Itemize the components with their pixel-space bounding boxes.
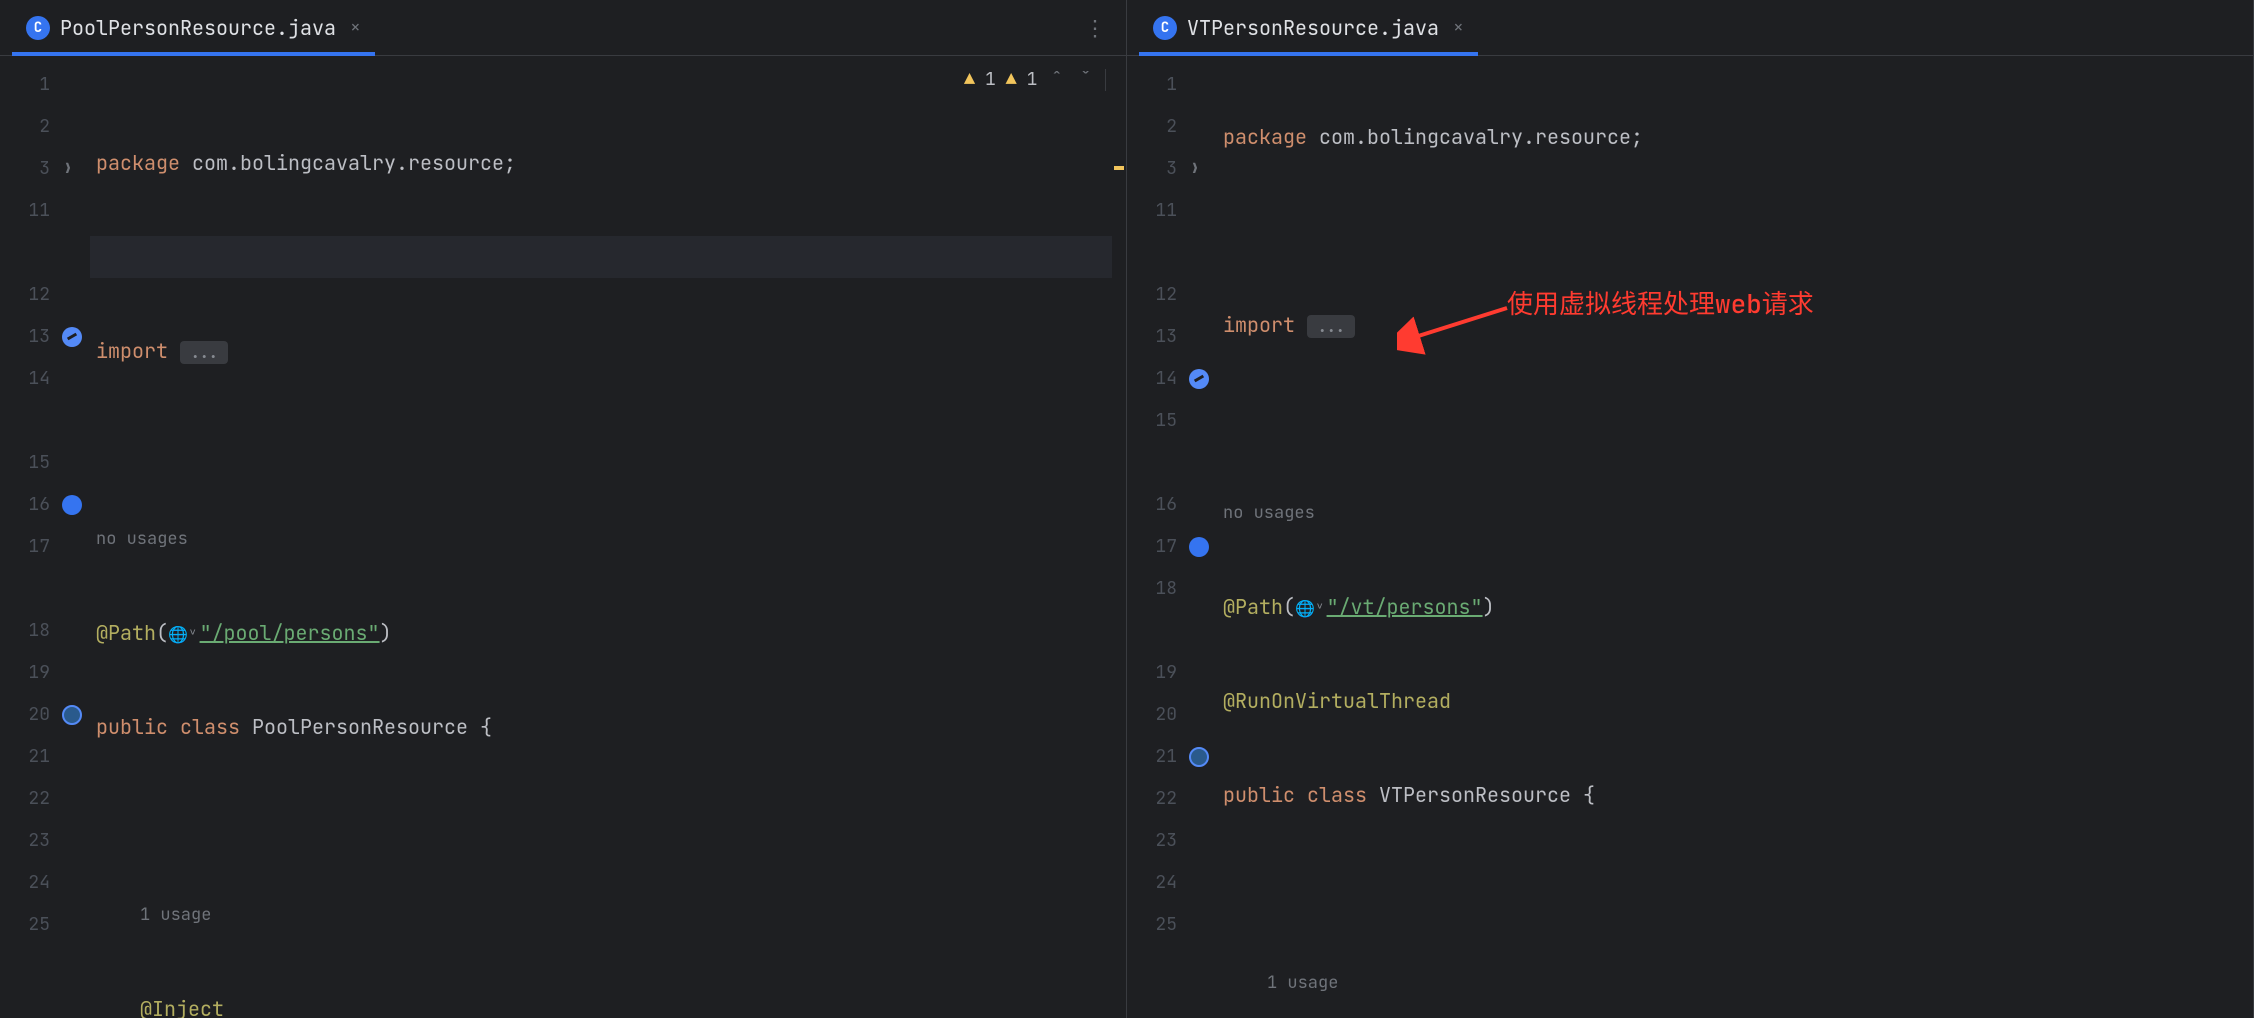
close-icon[interactable]: × [350, 16, 361, 39]
fold-icon[interactable]: ❯ [56, 157, 80, 181]
warning-icon: ▲ [964, 68, 975, 91]
usages-hint[interactable]: no usages [90, 518, 1126, 560]
editor-left[interactable]: 1 2 3❯ 11 12 13 14 15 16 17 18 19 20 21 … [0, 56, 1126, 1018]
java-class-icon: C [1153, 16, 1177, 40]
minimap[interactable] [1112, 56, 1126, 1018]
editor-right[interactable]: 1 2 3❯ 11 12 13 14 15 16 17 18 19 20 21 … [1127, 56, 2253, 1018]
usages-hint[interactable]: 1 usage [1217, 962, 2253, 1004]
endpoint-icon[interactable] [60, 703, 84, 727]
globe-icon[interactable]: 🌐ᵛ [168, 614, 198, 656]
bean-icon[interactable] [1187, 367, 1211, 391]
gutter-right: 1 2 3❯ 11 12 13 14 15 16 17 18 19 20 21 … [1127, 56, 1217, 1018]
close-icon[interactable]: × [1453, 16, 1464, 39]
folded-imports[interactable]: ... [180, 341, 228, 364]
inject-icon[interactable] [60, 493, 84, 517]
folded-imports[interactable]: ... [1307, 315, 1355, 338]
tab-bar-left: C PoolPersonResource.java × ⋮ [0, 0, 1126, 56]
warning-icon: ▲ [1006, 68, 1017, 91]
tab-pool-person[interactable]: C PoolPersonResource.java × [12, 0, 375, 55]
inject-icon[interactable] [1187, 535, 1211, 559]
tab-title: PoolPersonResource.java [60, 15, 336, 41]
prev-highlight-icon[interactable]: ˆ [1047, 68, 1066, 91]
globe-icon[interactable]: 🌐ᵛ [1295, 588, 1325, 630]
usages-hint[interactable]: 1 usage [90, 894, 1126, 936]
tab-bar-right: C VTPersonResource.java × [1127, 0, 2253, 56]
gutter-left: 1 2 3❯ 11 12 13 14 15 16 17 18 19 20 21 … [0, 56, 90, 1018]
endpoint-icon[interactable] [1187, 745, 1211, 769]
java-class-icon: C [26, 16, 50, 40]
code-area-right[interactable]: package com.bolingcavalry.resource; impo… [1217, 56, 2253, 1018]
tab-vt-person[interactable]: C VTPersonResource.java × [1139, 0, 1478, 55]
next-highlight-icon[interactable]: ˇ [1076, 68, 1095, 91]
bean-icon[interactable] [60, 325, 84, 349]
right-editor-pane: C VTPersonResource.java × 1 2 3❯ 11 12 1… [1127, 0, 2254, 1018]
tab-menu-icon[interactable]: ⋮ [1084, 13, 1108, 42]
inspection-bar[interactable]: ▲1 ▲1 ˆ ˇ [964, 68, 1106, 91]
usages-hint[interactable]: no usages [1217, 492, 2253, 534]
tab-title: VTPersonResource.java [1187, 15, 1439, 41]
left-editor-pane: C PoolPersonResource.java × ⋮ 1 2 3❯ 11 … [0, 0, 1127, 1018]
code-area-left[interactable]: ▲1 ▲1 ˆ ˇ package com.bolingcavalry.reso… [90, 56, 1126, 1018]
fold-icon[interactable]: ❯ [1183, 157, 1207, 181]
